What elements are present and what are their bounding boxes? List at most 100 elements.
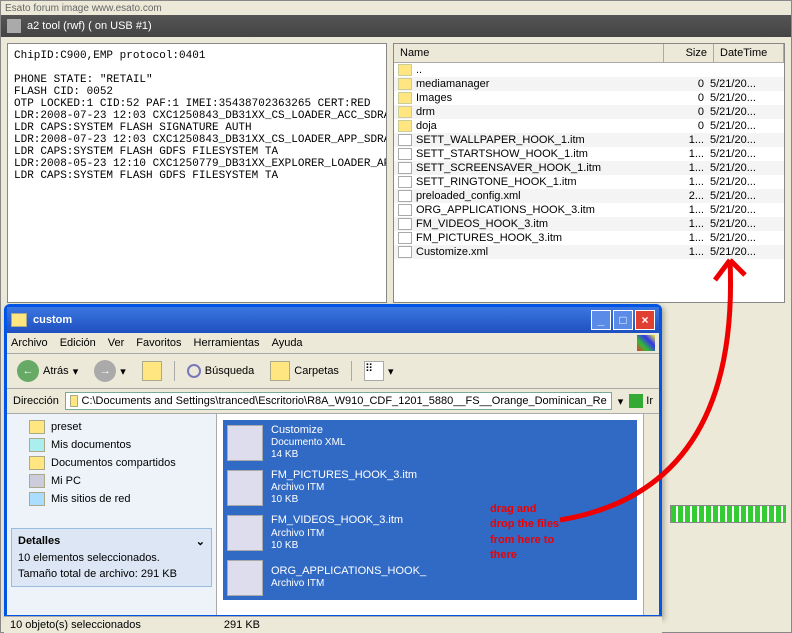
list-item[interactable]: ..: [394, 63, 784, 77]
list-item[interactable]: SETT_STARTSHOW_HOOK_1.itm1...5/21/20...: [394, 147, 784, 161]
menu-herramientas[interactable]: Herramientas: [194, 337, 260, 349]
list-item[interactable]: Images05/21/20...: [394, 91, 784, 105]
address-dropdown-icon[interactable]: ▾: [618, 395, 624, 408]
file-icon: [398, 148, 412, 160]
up-icon: [398, 64, 412, 76]
explorer-window: custom _ □ × Archivo Edición Ver Favorit…: [4, 304, 662, 618]
doc-icon: [29, 438, 45, 452]
file-list-panel: Name Size DateTime ..mediamanager05/21/2…: [393, 43, 785, 303]
menubar: Archivo Edición Ver Favoritos Herramient…: [7, 333, 659, 354]
col-size[interactable]: Size: [664, 44, 714, 62]
col-name[interactable]: Name: [394, 44, 664, 62]
list-item[interactable]: SETT_SCREENSAVER_HOOK_1.itm1...5/21/20..…: [394, 161, 784, 175]
list-header: Name Size DateTime: [394, 44, 784, 63]
list-item[interactable]: FM_PICTURES_HOOK_3.itm1...5/21/20...: [394, 231, 784, 245]
explorer-title: custom: [33, 314, 72, 326]
folder-up-icon: [142, 361, 162, 381]
sidebar-item[interactable]: Mis documentos: [11, 436, 212, 454]
list-body[interactable]: ..mediamanager05/21/20...Images05/21/20.…: [394, 63, 784, 302]
back-arrow-icon: ←: [17, 360, 39, 382]
sidebar-item[interactable]: Mi PC: [11, 472, 212, 490]
list-item[interactable]: Customize.xml1...5/21/20...: [394, 245, 784, 259]
close-button[interactable]: ×: [635, 310, 655, 330]
menu-favoritos[interactable]: Favoritos: [136, 337, 181, 349]
address-bar: Dirección C:\Documents and Settings\tran…: [7, 389, 659, 414]
file-icon: [398, 204, 412, 216]
net-icon: [29, 492, 45, 506]
file-thumb-icon: [227, 515, 263, 551]
views-icon: ⠿: [364, 361, 384, 381]
menu-edicion[interactable]: Edición: [60, 337, 96, 349]
file-icon: [398, 218, 412, 230]
file-item[interactable]: FM_VIDEOS_HOOK_3.itmArchivo ITM10 KB: [223, 510, 637, 555]
annotation-text: drag and drop the files from here to the…: [490, 502, 559, 564]
file-view[interactable]: CustomizeDocumento XML14 KBFM_PICTURES_H…: [217, 414, 643, 615]
maximize-button[interactable]: □: [613, 310, 633, 330]
scrollbar[interactable]: [643, 414, 659, 615]
log-panel: ChipID:C900,EMP protocol:0401 PHONE STAT…: [7, 43, 387, 303]
menu-ver[interactable]: Ver: [108, 337, 125, 349]
forward-button[interactable]: →▾: [90, 358, 130, 384]
forward-arrow-icon: →: [94, 360, 116, 382]
list-item[interactable]: preloaded_config.xml2...5/21/20...: [394, 189, 784, 203]
folder-icon: [29, 420, 45, 434]
menu-archivo[interactable]: Archivo: [11, 337, 48, 349]
dropdown-icon: ▾: [73, 365, 79, 378]
main-title: a2 tool (rwf) ( on USB #1): [27, 15, 152, 37]
file-thumb-icon: [227, 470, 263, 506]
list-item[interactable]: mediamanager05/21/20...: [394, 77, 784, 91]
file-icon: [398, 176, 412, 188]
watermark-text: Esato forum image www.esato.com: [5, 3, 162, 14]
file-icon: [398, 134, 412, 146]
minimize-button[interactable]: _: [591, 310, 611, 330]
details-line2: Tamaño total de archivo: 291 KB: [18, 568, 205, 580]
folder-icon: [70, 395, 78, 407]
side-panel: presetMis documentosDocumentos compartid…: [7, 414, 217, 615]
file-thumb-icon: [227, 560, 263, 596]
address-label: Dirección: [13, 395, 59, 407]
status-bar: 10 objeto(s) seleccionados 291 KB: [4, 616, 662, 633]
views-button[interactable]: ⠿▾: [360, 359, 398, 383]
folder-icon: [29, 456, 45, 470]
main-titlebar: a2 tool (rwf) ( on USB #1): [1, 15, 791, 37]
file-icon: [398, 246, 412, 258]
back-button[interactable]: ← Atrás ▾: [13, 358, 82, 384]
collapse-icon[interactable]: ⌄: [196, 535, 205, 548]
go-button[interactable]: Ir: [629, 394, 653, 408]
list-item[interactable]: drm05/21/20...: [394, 105, 784, 119]
file-item[interactable]: CustomizeDocumento XML14 KB: [223, 420, 637, 465]
list-item[interactable]: SETT_WALLPAPER_HOOK_1.itm1...5/21/20...: [394, 133, 784, 147]
menu-ayuda[interactable]: Ayuda: [272, 337, 303, 349]
file-item[interactable]: FM_PICTURES_HOOK_3.itmArchivo ITM10 KB: [223, 465, 637, 510]
details-box: Detalles⌄ 10 elementos seleccionados. Ta…: [11, 528, 212, 587]
windows-logo-icon: [637, 335, 655, 351]
file-icon: [398, 162, 412, 174]
file-icon: [398, 232, 412, 244]
search-button[interactable]: Búsqueda: [183, 362, 259, 380]
list-item[interactable]: SETT_RINGTONE_HOOK_1.itm1...5/21/20...: [394, 175, 784, 189]
app-icon: [7, 19, 21, 33]
list-item[interactable]: doja05/21/20...: [394, 119, 784, 133]
file-icon: [398, 190, 412, 202]
file-item[interactable]: ORG_APPLICATIONS_HOOK_Archivo ITM: [223, 556, 637, 600]
file-thumb-icon: [227, 425, 263, 461]
list-item[interactable]: FM_VIDEOS_HOOK_3.itm1...5/21/20...: [394, 217, 784, 231]
folders-icon: [270, 361, 290, 381]
col-date[interactable]: DateTime: [714, 44, 784, 62]
folder-icon: [398, 92, 412, 104]
list-item[interactable]: ORG_APPLICATIONS_HOOK_3.itm1...5/21/20..…: [394, 203, 784, 217]
up-button[interactable]: [138, 359, 166, 383]
toolbar: ← Atrás ▾ →▾ Búsqueda Carpetas ⠿▾: [7, 354, 659, 389]
sidebar-item[interactable]: Documentos compartidos: [11, 454, 212, 472]
sidebar-item[interactable]: preset: [11, 418, 212, 436]
details-line1: 10 elementos seleccionados.: [18, 552, 205, 564]
folder-icon: [398, 120, 412, 132]
explorer-titlebar[interactable]: custom _ □ ×: [7, 307, 659, 333]
search-icon: [187, 364, 201, 378]
folders-button[interactable]: Carpetas: [266, 359, 343, 383]
go-arrow-icon: [629, 394, 643, 408]
sidebar-item[interactable]: Mis sitios de red: [11, 490, 212, 508]
folder-icon: [11, 313, 27, 327]
folder-icon: [398, 106, 412, 118]
address-input[interactable]: C:\Documents and Settings\tranced\Escrit…: [65, 392, 612, 410]
